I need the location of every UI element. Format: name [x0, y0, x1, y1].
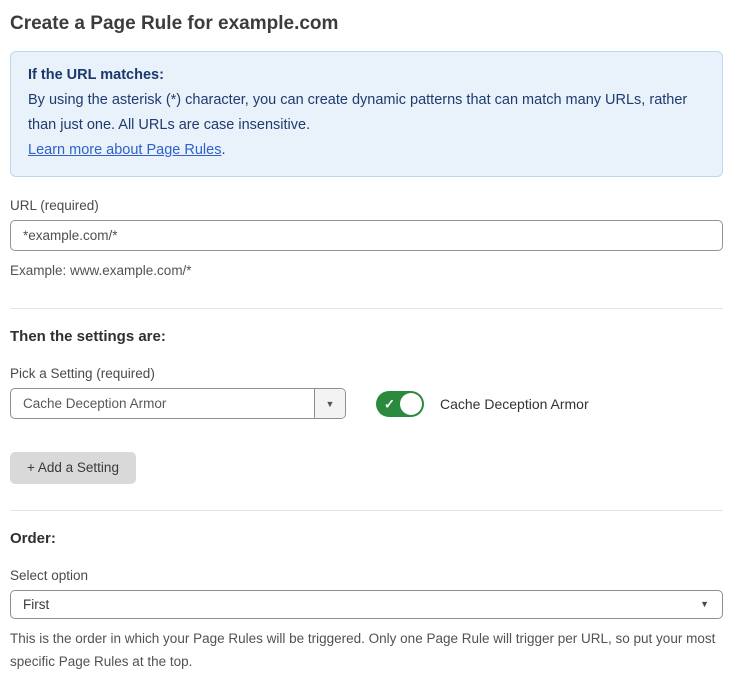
setting-row: Cache Deception Armor ▼ ✓ Cache Deceptio…	[10, 388, 723, 419]
url-field-label: URL (required)	[10, 198, 723, 213]
url-match-info-box: If the URL matches: By using the asteris…	[10, 51, 723, 177]
create-page-rule-form: Create a Page Rule for example.com If th…	[0, 0, 750, 679]
setting-toggle-label: Cache Deception Armor	[440, 396, 589, 412]
url-example-helper: Example: www.example.com/*	[10, 259, 723, 282]
settings-section-heading: Then the settings are:	[10, 328, 723, 345]
link-suffix: .	[221, 142, 225, 158]
info-box-heading: If the URL matches:	[28, 63, 705, 88]
order-select-value: First	[11, 591, 722, 618]
check-icon: ✓	[384, 397, 395, 410]
add-setting-button[interactable]: + Add a Setting	[10, 452, 136, 484]
setting-toggle[interactable]: ✓	[376, 391, 424, 417]
url-input[interactable]	[10, 220, 723, 251]
order-helper-text: This is the order in which your Page Rul…	[10, 627, 723, 673]
info-box-link-line: Learn more about Page Rules.	[28, 138, 705, 163]
caret-down-icon[interactable]: ▼	[314, 389, 345, 418]
toggle-knob	[400, 393, 422, 415]
info-box-body: By using the asterisk (*) character, you…	[28, 88, 705, 138]
order-section-heading: Order:	[10, 530, 723, 547]
divider	[10, 308, 723, 309]
pick-setting-label: Pick a Setting (required)	[10, 366, 723, 381]
setting-select[interactable]: Cache Deception Armor ▼	[10, 388, 346, 419]
page-title: Create a Page Rule for example.com	[10, 13, 723, 35]
setting-toggle-group: ✓ Cache Deception Armor	[376, 391, 589, 417]
order-select-label: Select option	[10, 568, 723, 583]
learn-more-link[interactable]: Learn more about Page Rules	[28, 142, 221, 158]
order-select[interactable]: First ▼	[10, 590, 723, 619]
setting-select-value: Cache Deception Armor	[11, 389, 314, 418]
divider	[10, 510, 723, 511]
caret-down-icon: ▼	[700, 599, 709, 609]
